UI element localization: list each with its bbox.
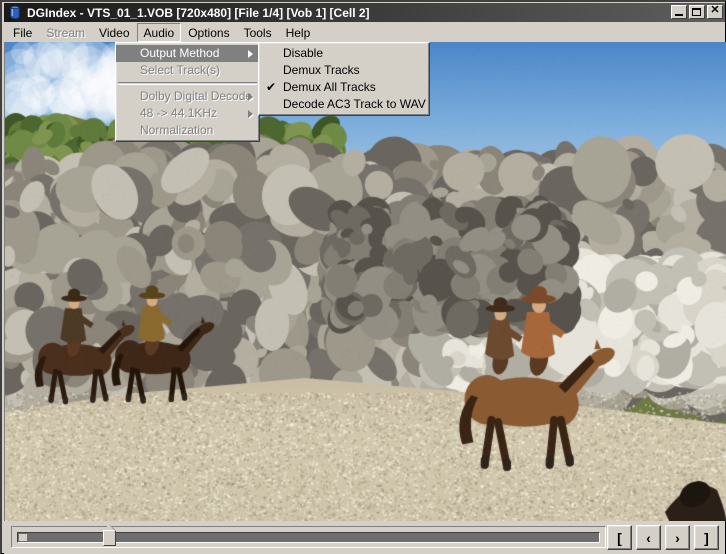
menu-item-output-method-label: Output Method bbox=[140, 46, 220, 60]
menu-item-disable[interactable]: Disable bbox=[259, 45, 429, 62]
window-controls: ✕ bbox=[671, 5, 723, 19]
menu-stream: Stream bbox=[46, 25, 86, 40]
menu-file[interactable]: File bbox=[6, 23, 39, 42]
menu-item-dolby-digital-decode-label: Dolby Digital Decode bbox=[140, 89, 253, 103]
menu-bar: File Stream Video Audio Options Tools He… bbox=[4, 23, 725, 42]
slider-fill bbox=[19, 534, 27, 541]
menu-item-demux-tracks-label: Demux Tracks bbox=[283, 63, 360, 77]
maximize-button[interactable] bbox=[689, 5, 705, 19]
menu-item-normalization-label: Normalization bbox=[140, 123, 214, 137]
chevron-right-icon bbox=[248, 49, 253, 58]
slider-thumb[interactable] bbox=[103, 524, 116, 546]
set-end-marker-button[interactable]: ] bbox=[694, 525, 719, 550]
window-title: DGIndex - VTS_01_1.VOB [720x480] [File 1… bbox=[27, 5, 370, 20]
output-method-submenu-popup: Disable Demux Tracks ✔ Demux All Tracks … bbox=[258, 42, 430, 116]
menu-item-resample-48-to-441: 48 -> 44.1KHz bbox=[116, 105, 259, 122]
chevron-right-icon bbox=[248, 109, 253, 118]
step-backward-button[interactable]: ‹ bbox=[636, 525, 661, 550]
menu-item-resample-label: 48 -> 44.1KHz bbox=[140, 106, 218, 120]
close-button[interactable]: ✕ bbox=[707, 5, 723, 19]
dgindex-main-window: DGIndex - VTS_01_1.VOB [720x480] [File 1… bbox=[0, 0, 726, 554]
menu-item-demux-all-tracks[interactable]: ✔ Demux All Tracks bbox=[259, 79, 429, 96]
menu-item-disable-label: Disable bbox=[283, 46, 324, 60]
menu-item-decode-ac3-to-wav[interactable]: Decode AC3 Track to WAV bbox=[259, 96, 429, 113]
menu-item-dolby-digital-decode: Dolby Digital Decode bbox=[116, 88, 259, 105]
dgindex-app-icon bbox=[7, 5, 23, 21]
checkmark-icon: ✔ bbox=[266, 80, 277, 94]
menu-item-output-method[interactable]: Output Method bbox=[116, 45, 259, 62]
menu-tools[interactable]: Tools bbox=[237, 23, 279, 42]
menu-item-select-tracks-label: Select Track(s) bbox=[140, 63, 221, 77]
set-start-marker-button[interactable]: [ bbox=[607, 525, 632, 550]
menu-separator bbox=[118, 82, 257, 85]
minimize-button[interactable] bbox=[671, 5, 687, 19]
menu-options[interactable]: Options bbox=[181, 23, 236, 42]
menu-item-decode-ac3-to-wav-label: Decode AC3 Track to WAV bbox=[283, 97, 426, 111]
menu-audio[interactable]: Audio bbox=[136, 23, 182, 42]
frame-position-slider[interactable] bbox=[11, 524, 606, 548]
chevron-right-icon bbox=[248, 92, 253, 101]
status-bar: [ ‹ › ] bbox=[4, 521, 725, 554]
menu-help[interactable]: Help bbox=[279, 23, 318, 42]
menu-item-normalization: Normalization bbox=[116, 122, 259, 139]
transport-buttons: [ ‹ › ] bbox=[607, 525, 719, 550]
menu-video[interactable]: Video bbox=[92, 23, 136, 42]
menu-item-demux-tracks[interactable]: Demux Tracks bbox=[259, 62, 429, 79]
step-forward-button[interactable]: › bbox=[665, 525, 690, 550]
title-bar[interactable]: DGIndex - VTS_01_1.VOB [720x480] [File 1… bbox=[4, 3, 725, 22]
menu-item-demux-all-tracks-label: Demux All Tracks bbox=[283, 80, 376, 94]
menu-item-select-tracks: Select Track(s) bbox=[116, 62, 259, 79]
audio-menu-popup: Output Method Select Track(s) Dolby Digi… bbox=[115, 42, 260, 142]
close-icon: ✕ bbox=[710, 4, 720, 16]
